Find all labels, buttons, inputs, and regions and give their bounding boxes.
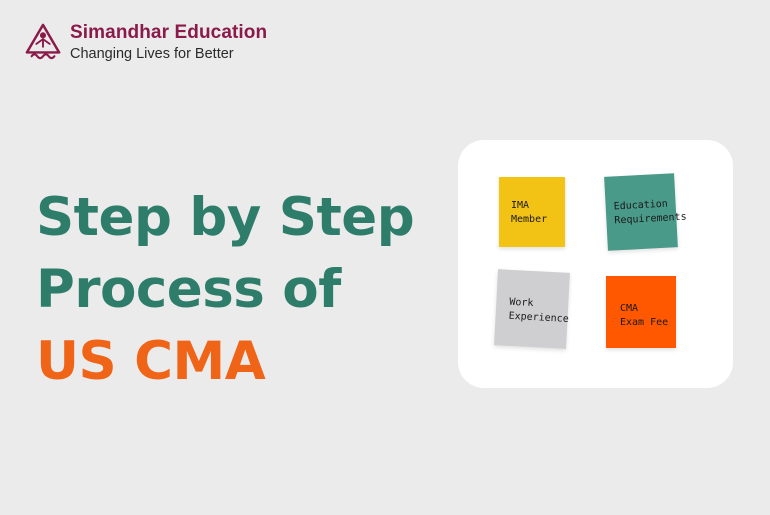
note-line-2: Exam Fee xyxy=(620,317,669,328)
simandhar-logo-icon xyxy=(25,23,61,60)
note-line-1: CMA xyxy=(620,303,639,314)
note-line-2: Member xyxy=(511,214,548,225)
sticky-note-education-requirements: Education Requirements xyxy=(604,173,687,251)
brand-name: Simandhar Education xyxy=(70,22,268,43)
headline-line-2: Process of xyxy=(36,259,341,320)
brand-text: Simandhar Education Changing Lives for B… xyxy=(70,22,267,63)
note-line-1: IMA xyxy=(511,200,530,211)
note-label: CMA Exam Fee xyxy=(620,302,668,330)
note-line-2: Requirements xyxy=(614,211,687,227)
note-line-2: Experience xyxy=(508,310,570,325)
headline-line-1: Step by Step xyxy=(36,187,415,248)
sticky-note-work-experience: Work Experience xyxy=(494,269,570,349)
sticky-note-cma-exam-fee: CMA Exam Fee xyxy=(606,276,676,348)
page-headline: Step by Step Process of US CMA xyxy=(36,182,415,398)
steps-card: IMA Member Education Requirements Work Expe… xyxy=(458,140,733,388)
headline-line-3: US CMA xyxy=(36,331,266,392)
sticky-note-ima-member: IMA Member xyxy=(499,177,565,247)
note-label: IMA Member xyxy=(511,199,547,227)
note-label: Work Experience xyxy=(508,296,570,327)
brand-logo: Simandhar Education Changing Lives for B… xyxy=(24,22,267,63)
note-label: Education Requirements xyxy=(613,197,687,229)
brand-tagline: Changing Lives for Better xyxy=(70,45,234,62)
